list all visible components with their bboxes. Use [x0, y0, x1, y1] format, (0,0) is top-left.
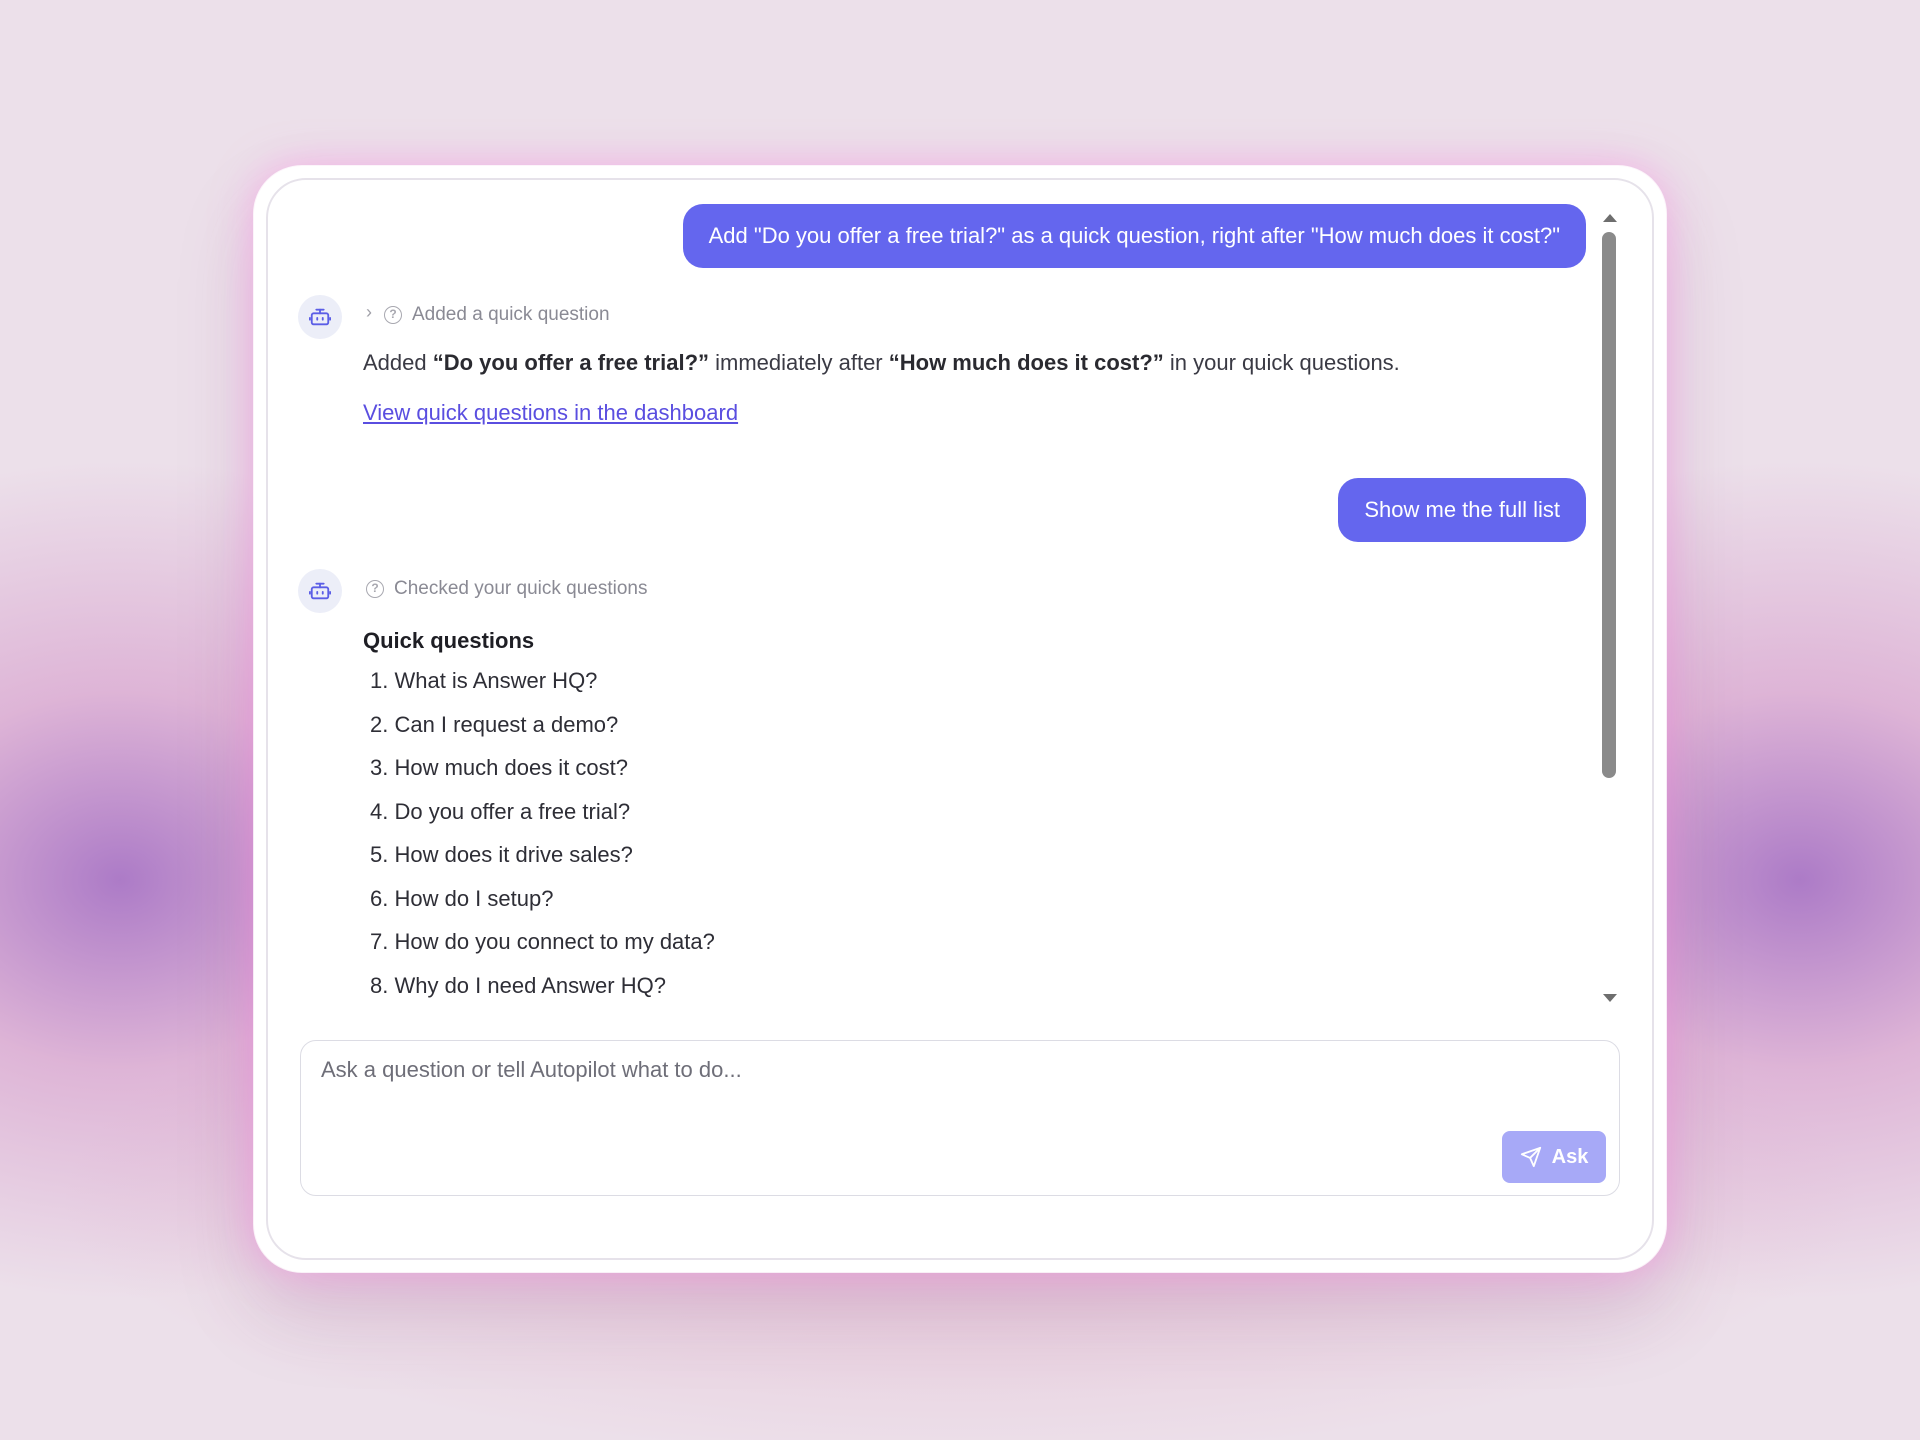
question-input[interactable] — [321, 1057, 1521, 1083]
question-circle-icon: ? — [366, 580, 384, 598]
scroll-up-icon[interactable] — [1603, 214, 1617, 222]
user-message: Add "Do you offer a free trial?" as a qu… — [682, 204, 1586, 268]
dashboard-link[interactable]: View quick questions in the dashboard — [363, 400, 738, 426]
tool-status[interactable]: › ? Added a quick question — [366, 302, 610, 326]
scroll-down-icon[interactable] — [1603, 994, 1617, 1002]
reply-bold-reference: “How much does it cost?” — [888, 350, 1164, 375]
list-title: Quick questions — [363, 628, 535, 653]
tool-status: ? Checked your quick questions — [366, 578, 647, 600]
list-item: 1. What is Answer HQ? — [370, 668, 598, 693]
send-icon — [1520, 1146, 1541, 1168]
ask-button[interactable]: Ask — [1502, 1131, 1606, 1183]
list-item: 5. How does it drive sales? — [370, 842, 633, 867]
reply-middle: immediately after — [709, 350, 889, 375]
list-item: 4. Do you offer a free trial? — [370, 798, 631, 824]
chat-transcript[interactable]: Add "Do you offer a free trial?" as a qu… — [266, 200, 1604, 1010]
status-text: Checked your quick questions — [394, 578, 648, 599]
robot-icon — [309, 308, 331, 326]
reply-suffix: in your quick questions. — [1163, 350, 1400, 375]
scroll-thumb[interactable] — [1602, 232, 1616, 778]
list-item: 8. Why do I need Answer HQ? — [370, 972, 666, 998]
reply-bold-question: “Do you offer a free trial?” — [432, 350, 710, 375]
composer: Ask — [300, 1040, 1620, 1196]
reply-prefix: Added — [363, 350, 433, 375]
status-text: Added a quick question — [412, 304, 610, 325]
chevron-right-icon[interactable]: › — [366, 302, 372, 323]
bot-avatar — [298, 569, 342, 613]
scrollbar[interactable] — [1598, 206, 1620, 1006]
list-item: 3. How much does it cost? — [370, 755, 629, 780]
robot-icon — [309, 582, 331, 600]
user-message: Show me the full list — [1338, 478, 1586, 542]
list-item: 6. How do I setup? — [370, 885, 554, 911]
list-item: 7. How do you connect to my data? — [370, 929, 715, 954]
question-circle-icon: ? — [384, 306, 402, 324]
ask-label: Ask — [1551, 1145, 1589, 1168]
quick-questions-list: 1. What is Answer HQ? 2. Can I request a… — [370, 666, 715, 1010]
list-item: 2. Can I request a demo? — [370, 711, 619, 737]
bot-reply: Added “Do you offer a free trial?” immed… — [363, 350, 1400, 376]
bot-avatar — [298, 295, 342, 339]
